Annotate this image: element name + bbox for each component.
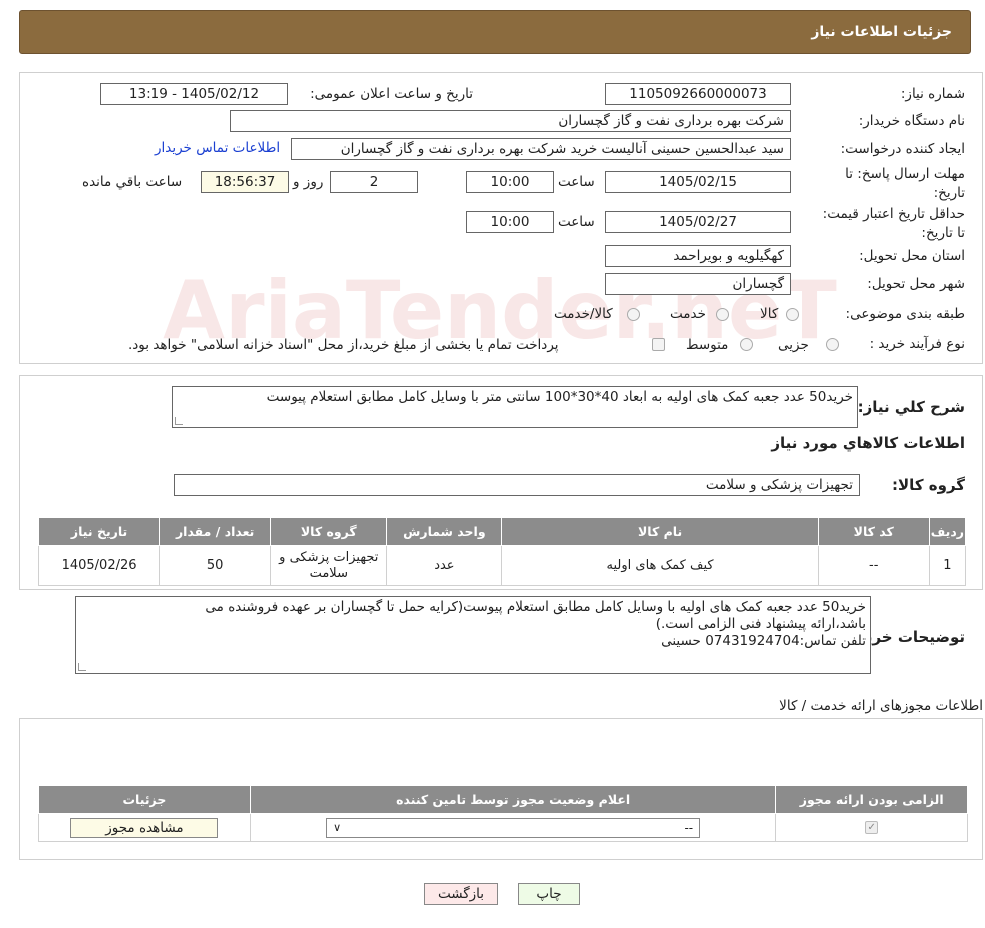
process-label: نوع فرآیند خرید : [869, 336, 965, 352]
province-field: کهگیلویه و بویراحمد [605, 245, 791, 267]
category-goods-label: کالا [760, 306, 779, 322]
validity-label: حداقل تاریخ اعتبار قیمت: تا تاریخ: [822, 206, 965, 241]
deadline-days-field: 2 [330, 171, 418, 193]
process-minor-radio[interactable] [826, 338, 839, 351]
items-table: رديف کد کالا نام کالا واحد شمارش گروه کا… [37, 517, 967, 586]
summary-field: خرید50 عدد جعبه کمک های اولیه به ابعاد 4… [172, 386, 858, 428]
category-goods-radio[interactable] [786, 308, 799, 321]
cell-unit: عدد [386, 545, 503, 586]
deadline-time-label: ساعت [558, 174, 595, 190]
cell-permit-details: مشاهده مجوز [38, 813, 251, 842]
need-number-label: شماره نیاز: [900, 86, 965, 102]
deadline-time-field: 10:00 [466, 171, 554, 193]
back-button[interactable]: بازگشت [424, 883, 498, 905]
process-medium-label: متوسط [686, 337, 729, 353]
category-both-radio[interactable] [627, 308, 640, 321]
col-unit: واحد شمارش [386, 517, 503, 546]
cell-date: 1405/02/26 [37, 545, 161, 586]
cell-name: کیف کمک های اولیه [501, 545, 819, 586]
category-service-radio[interactable] [716, 308, 729, 321]
resize-grip-icon[interactable] [78, 663, 86, 671]
items-table-header: رديف کد کالا نام کالا واحد شمارش گروه کا… [37, 517, 967, 546]
permit-status-select[interactable]: -- ∨ [326, 817, 701, 838]
cell-permit-required: ✓ [775, 813, 968, 842]
table-row: 1 -- کیف کمک های اولیه عدد تجهیزات پزشکی… [37, 545, 967, 586]
cell-row-no: 1 [928, 545, 967, 586]
process-medium-radio[interactable] [740, 338, 753, 351]
col-permit-status: اعلام وضعیت مجوز توسط تامین کننده [249, 785, 777, 814]
cell-code: -- [817, 545, 930, 586]
announce-date-label: تاریخ و ساعت اعلان عمومی: [310, 86, 473, 102]
col-date: تاریخ نیاز [37, 517, 161, 546]
permits-title: اطلاعات مجوزهای ارائه خدمت / کالا [779, 698, 983, 714]
col-qty: تعداد / مقدار [159, 517, 272, 546]
category-both-label: کالا/خدمت [554, 306, 613, 322]
print-button[interactable]: چاپ [518, 883, 580, 905]
buyer-org-label: نام دستگاه خریدار: [858, 113, 965, 129]
resize-grip-icon[interactable] [175, 417, 183, 425]
permits-table-header: الزامی بودن ارائه مجوز اعلام وضعیت مجوز … [38, 785, 968, 814]
deadline-date-field: 1405/02/15 [605, 171, 791, 193]
table-row: ✓ -- ∨ مشاهده مجوز [38, 813, 968, 842]
page-header: جزئیات اطلاعات نیاز [19, 10, 971, 54]
permit-status-value: -- [684, 820, 694, 835]
announce-date-field: 1405/02/12 - 13:19 [100, 83, 288, 105]
buyer-org-field: شرکت بهره برداری نفت و گاز گچساران [230, 110, 791, 132]
permits-table: الزامی بودن ارائه مجوز اعلام وضعیت مجوز … [38, 785, 968, 842]
col-group: گروه کالا [270, 517, 388, 546]
col-permit-required: الزامی بودن ارائه مجوز [775, 785, 968, 814]
province-label: استان محل تحویل: [859, 248, 965, 264]
validity-time-label: ساعت [558, 214, 595, 230]
goods-group-field: تجهیزات پزشکی و سلامت [174, 474, 860, 496]
page-title: جزئیات اطلاعات نیاز [811, 24, 952, 40]
city-field: گچساران [605, 273, 791, 295]
cell-group: تجهیزات پزشکی و سلامت [270, 545, 388, 586]
buyer-notes-line-2: باشد،ارائه پیشنهاد فنی الزامی است.) [655, 616, 866, 632]
goods-info-title: اطلاعات کالاهاي مورد نياز [771, 434, 965, 452]
remaining-label: ساعت باقي مانده [82, 174, 183, 190]
goods-group-label: گروه کالا: [892, 476, 965, 494]
days-label: روز و [293, 174, 324, 190]
validity-time-field: 10:00 [466, 211, 554, 233]
view-permit-button[interactable]: مشاهده مجوز [70, 817, 219, 838]
permit-required-checkbox[interactable]: ✓ [865, 821, 879, 834]
validity-date-field: 1405/02/27 [605, 211, 791, 233]
col-row-no: رديف [928, 517, 967, 546]
col-permit-details: جزئیات [38, 785, 251, 814]
buyer-notes-line-3: تلفن تماس:07431924704 حسینی [661, 633, 866, 649]
col-code: کد کالا [817, 517, 930, 546]
city-label: شهر محل تحویل: [867, 276, 965, 292]
category-label: طبقه بندی موضوعی: [845, 306, 965, 322]
buyer-contact-link[interactable]: اطلاعات تماس خریدار [155, 140, 280, 156]
buyer-notes-field: خرید50 عدد جعبه کمک های اولیه با وسایل ک… [75, 596, 871, 674]
remaining-time-field: 18:56:37 [201, 171, 289, 193]
creator-label: ایجاد کننده درخواست: [840, 141, 965, 157]
treasury-note: پرداخت تمام یا بخشی از مبلغ خرید،از محل … [128, 337, 559, 353]
need-number-field: 1105092660000073 [605, 83, 791, 105]
buyer-notes-line-1: خرید50 عدد جعبه کمک های اولیه با وسایل ک… [205, 599, 866, 615]
summary-label: شرح کلي نياز: [857, 398, 965, 416]
chevron-down-icon: ∨ [333, 821, 342, 834]
treasury-checkbox[interactable] [652, 338, 665, 351]
cell-qty: 50 [159, 545, 272, 586]
deadline-label: مهلت ارسال پاسخ: تا تاریخ: [845, 166, 965, 201]
col-name: نام کالا [501, 517, 819, 546]
process-minor-label: جزیی [778, 337, 809, 353]
cell-permit-status: -- ∨ [249, 813, 777, 842]
creator-field: سید عبدالحسین حسینی آنالیست خرید شرکت به… [291, 138, 791, 160]
category-service-label: خدمت [670, 306, 706, 322]
summary-text: خرید50 عدد جعبه کمک های اولیه به ابعاد 4… [266, 389, 853, 405]
